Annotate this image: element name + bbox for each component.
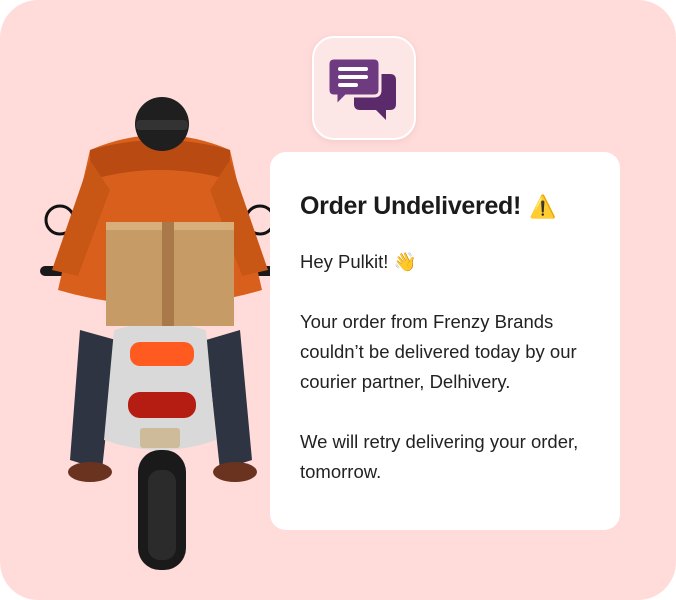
message-paragraph-2: We will retry delivering your order, tom…: [300, 431, 579, 482]
greeting: Hey Pulkit! 👋: [300, 247, 590, 277]
chat-bubbles-icon: [328, 56, 396, 120]
message-title: Order Undelivered! ⚠️: [300, 192, 590, 221]
message-card: Order Undelivered! ⚠️ Hey Pulkit! 👋 Your…: [270, 152, 620, 530]
message-paragraph-1: Your order from Frenzy Brands couldn’t b…: [300, 311, 577, 392]
notification-card: Order Undelivered! ⚠️ Hey Pulkit! 👋 Your…: [0, 0, 676, 600]
warning-icon: ⚠️: [529, 193, 557, 219]
title-text: Order Undelivered!: [300, 192, 522, 220]
delivery-rider-illustration: [40, 97, 280, 570]
greeting-text: Hey Pulkit!: [300, 251, 389, 272]
chat-icon-tile: [312, 36, 416, 140]
waving-hand-icon: 👋: [393, 251, 417, 272]
